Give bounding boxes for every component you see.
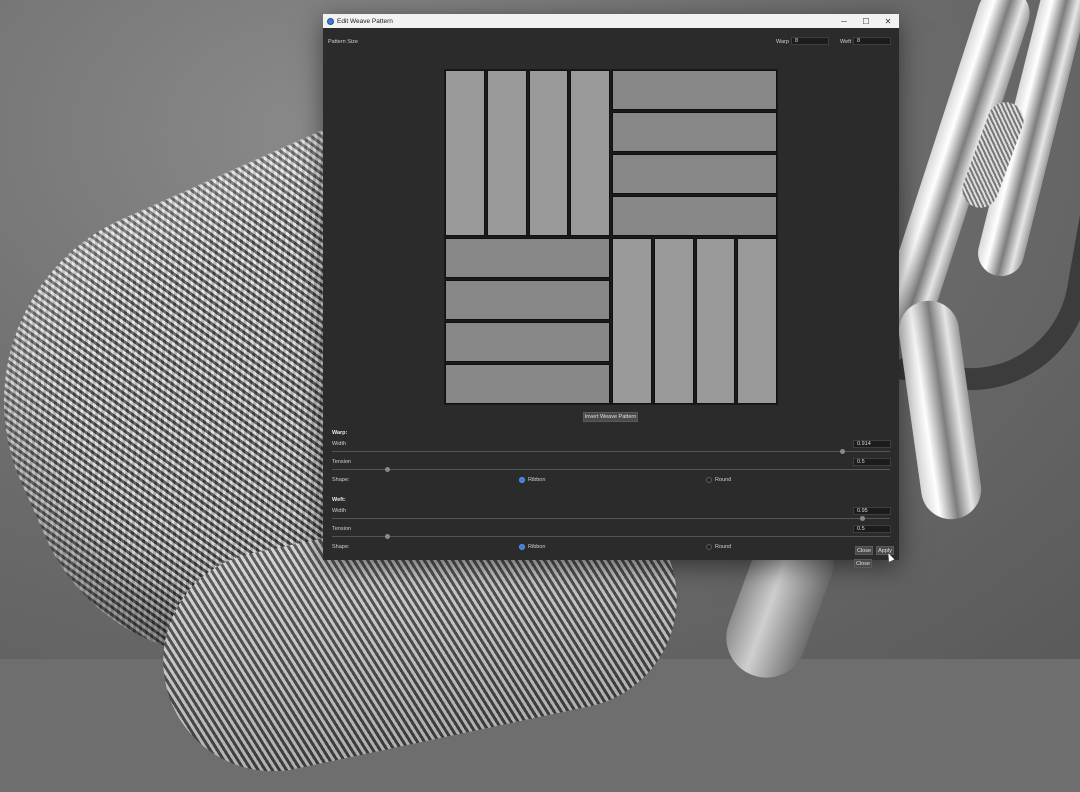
- warp-width-input[interactable]: 0.914: [853, 440, 891, 448]
- weft-strip[interactable]: [612, 112, 777, 152]
- warp-width-slider-handle[interactable]: [839, 449, 845, 454]
- weft-tension-input[interactable]: 0.5: [853, 525, 891, 533]
- weft-width-slider[interactable]: [332, 518, 890, 519]
- weft-width-label: Width: [332, 508, 347, 514]
- weft-shape-ribbon-label[interactable]: Ribbon: [528, 544, 545, 550]
- warp-shape-label: Shape:: [332, 477, 350, 483]
- maximize-icon: ☐: [862, 16, 870, 26]
- title-bar[interactable]: Edit Weave Pattern ─ ☐ ✕: [323, 14, 899, 28]
- warp-tension-slider-handle[interactable]: [385, 467, 391, 472]
- maximize-button[interactable]: ☐: [855, 14, 877, 28]
- warp-strip[interactable]: [653, 238, 694, 404]
- warp-strip[interactable]: [486, 70, 527, 236]
- weft-shape-round-radio[interactable]: [706, 544, 712, 550]
- close-icon: ✕: [884, 16, 892, 26]
- warp-shape-round-radio[interactable]: [706, 477, 712, 483]
- close-button[interactable]: Close: [854, 559, 872, 568]
- weft-shape-label: Shape:: [332, 544, 350, 550]
- warp-strip[interactable]: [695, 238, 736, 404]
- weft-strip[interactable]: [445, 280, 610, 320]
- warp-width-slider[interactable]: [332, 451, 890, 452]
- invert-weave-pattern-button[interactable]: Invert Weave Pattern: [583, 412, 638, 422]
- weft-strip[interactable]: [612, 196, 777, 236]
- warp-shape-round-label[interactable]: Round: [715, 477, 731, 483]
- minimize-button[interactable]: ─: [833, 14, 855, 28]
- weft-shape-round-label[interactable]: Round: [715, 544, 731, 550]
- warp-strip[interactable]: [445, 70, 485, 236]
- weft-heading: Weft:: [332, 497, 346, 503]
- warp-tension-slider[interactable]: [332, 469, 890, 470]
- minimize-icon: ─: [841, 16, 847, 26]
- warp-tension-label: Tension: [332, 459, 351, 465]
- weft-strip[interactable]: [445, 364, 610, 404]
- warp-strip[interactable]: [528, 70, 569, 236]
- weft-tension-label: Tension: [332, 526, 351, 532]
- dialog-content: Pattern Size Warp 8 Weft 8 Invert Weave …: [323, 28, 899, 568]
- warp-count-label: Warp: [776, 39, 789, 45]
- close-dialog-button[interactable]: Close: [855, 546, 873, 555]
- weft-width-input[interactable]: 0.95: [853, 507, 891, 515]
- warp-count-input[interactable]: 8: [791, 37, 829, 45]
- weft-width-slider-handle[interactable]: [859, 516, 865, 521]
- weft-count-input[interactable]: 8: [853, 37, 891, 45]
- warp-shape-ribbon-label[interactable]: Ribbon: [528, 477, 545, 483]
- warp-heading: Warp:: [332, 430, 348, 436]
- weave-pattern-grid[interactable]: [444, 69, 778, 405]
- weft-strip[interactable]: [445, 238, 610, 278]
- app-icon: [327, 17, 334, 25]
- weft-tension-slider[interactable]: [332, 536, 890, 537]
- warp-width-label: Width: [332, 441, 347, 447]
- warp-strip[interactable]: [570, 70, 610, 236]
- weft-strip[interactable]: [445, 322, 610, 362]
- weft-shape-ribbon-radio[interactable]: [519, 544, 525, 550]
- edit-weave-pattern-dialog: Edit Weave Pattern ─ ☐ ✕ Pattern Size Wa…: [323, 14, 899, 568]
- pattern-size-label: Pattern Size: [328, 39, 358, 45]
- warp-strip[interactable]: [737, 238, 777, 404]
- warp-tension-input[interactable]: 0.5: [853, 458, 891, 466]
- weft-strip[interactable]: [612, 70, 777, 110]
- weft-count-label: Weft: [840, 39, 852, 45]
- weft-strip[interactable]: [612, 154, 777, 194]
- weft-tension-slider-handle[interactable]: [385, 534, 391, 539]
- close-window-button[interactable]: ✕: [877, 14, 899, 28]
- window-controls: ─ ☐ ✕: [833, 14, 899, 28]
- warp-strip[interactable]: [612, 238, 652, 404]
- window-title: Edit Weave Pattern: [337, 17, 393, 25]
- warp-shape-ribbon-radio[interactable]: [519, 477, 525, 483]
